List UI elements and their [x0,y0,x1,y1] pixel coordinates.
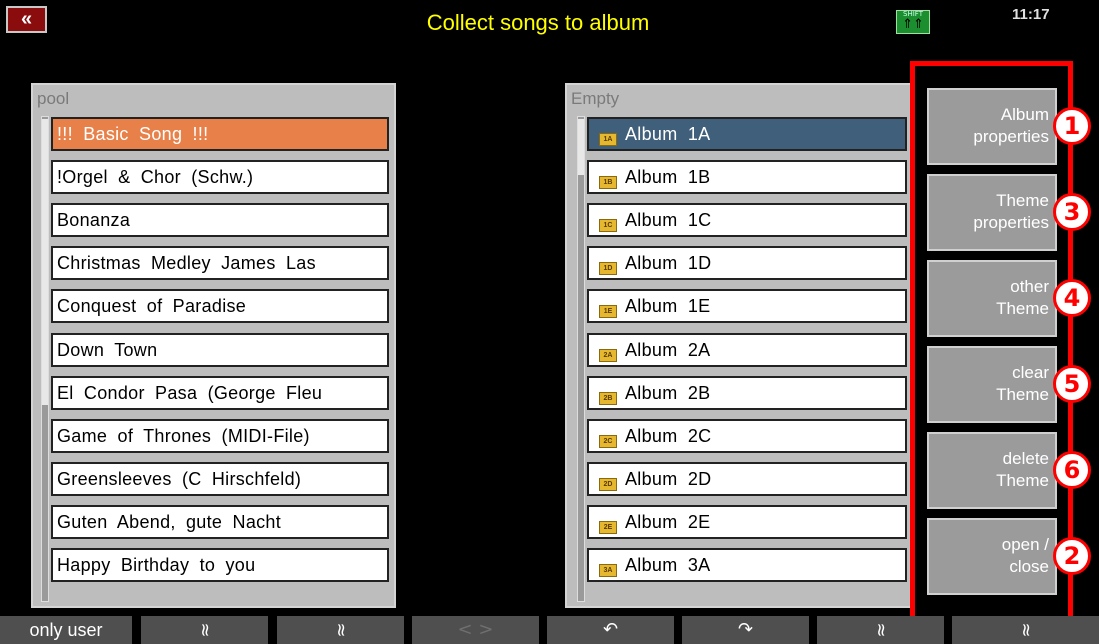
side-button-line1: open / [1001,535,1049,554]
album-folder-icon: 1A [599,133,617,146]
album-list-item[interactable]: 2C Album 2C [587,418,907,453]
album-label: Album 2E [625,511,711,532]
page-up-button[interactable]: ≈ [141,616,268,644]
side-button-delete-theme[interactable]: delete Theme [927,432,1057,509]
album-scrollbar[interactable] [577,116,585,602]
pool-list-item[interactable]: !!! Basic Song !!! [51,117,389,151]
album-label: Album 2C [625,425,712,446]
pool-scroll-thumb[interactable] [42,119,48,405]
left-right-icon: < > [457,619,494,640]
album-folder-icon: 1D [599,262,617,276]
double-chevron-down-icon: ≈ [330,622,352,638]
album-folder-icon: 1B [599,176,617,190]
side-button-open-close[interactable]: open / close [927,518,1057,595]
double-chevron-down-icon: ≈ [1015,622,1037,638]
album-folder-icon: 2D [599,477,617,491]
album-panel-title: Empty [571,89,620,108]
album-list-item[interactable]: 1C Album 1C [587,203,907,238]
pool-title: pool [37,89,70,108]
album-list-item[interactable]: 1A Album 1A [587,117,907,151]
side-button-album-properties[interactable]: Album properties [927,88,1057,165]
redo-icon: ↷ [737,619,754,640]
pool-list-item[interactable]: Christmas Medley James Las [51,246,389,281]
redo-button[interactable]: ↷ [682,616,809,644]
album-folder-icon: 3A [599,564,617,577]
pool-list-item[interactable]: !Orgel & Chor (Schw.) [51,160,389,195]
scroll-up-button[interactable]: ≈ [817,616,944,644]
album-label: Album 3A [625,555,711,575]
pool-list-item[interactable]: Bonanza [51,203,389,238]
album-list-item[interactable]: 1D Album 1D [587,246,907,281]
bottom-bar: only user ≈ ≈ < > ↶ ↷ ≈ ≈ [0,616,1099,644]
album-label: Album 1E [625,296,711,317]
side-button-other-theme[interactable]: other Theme [927,260,1057,337]
album-label: Album 2A [625,339,711,360]
album-list-item[interactable]: 2A Album 2A [587,332,907,367]
only-user-button[interactable]: only user [0,616,132,644]
shift-arrows-icon: ⇑⇑ [902,17,924,32]
album-list-item[interactable]: 2B Album 2B [587,375,907,410]
album-folder-icon: 1C [599,219,617,233]
double-chevron-up-icon: ≈ [870,622,892,638]
album-list-item[interactable]: 2D Album 2D [587,461,907,496]
annotation-badge: 3 [1053,193,1091,231]
album-label: Album 2B [625,382,711,403]
album-folder-icon: 2B [599,391,617,405]
side-button-line2: properties [973,127,1049,146]
undo-icon: ↶ [602,619,619,640]
album-label: Album 1D [625,253,712,274]
album-label: Album 1B [625,167,711,188]
annotation-badge: 2 [1053,537,1091,575]
side-button-theme-properties[interactable]: Theme properties [927,174,1057,251]
pool-list-item[interactable]: Down Town [51,332,389,367]
double-chevron-up-icon: ≈ [194,622,216,638]
album-list-item[interactable]: 1B Album 1B [587,160,907,195]
scroll-down-button[interactable]: ≈ [952,616,1099,644]
album-label: Album 1C [625,210,712,231]
header-bar: « Collect songs to album SHIFT ⇑⇑ 11:17 [0,0,1076,46]
side-button-clear-theme[interactable]: clear Theme [927,346,1057,423]
side-button-line2: properties [973,213,1049,232]
side-button-line2: Theme [996,385,1049,404]
side-button-line2: close [1009,557,1049,576]
side-button-line2: Theme [996,299,1049,318]
side-button-line2: Theme [996,471,1049,490]
clock: 11:17 [1012,6,1050,23]
pool-list-item[interactable]: Happy Birthday to you [51,548,389,582]
album-list-item[interactable]: 2E Album 2E [587,504,907,539]
pool-list-item[interactable]: Greensleeves (C Hirschfeld) [51,461,389,496]
pool-list-item[interactable]: El Condor Pasa (George Fleu [51,375,389,410]
side-button-line1: Album [1000,105,1049,124]
album-list-item[interactable]: 1E Album 1E [587,289,907,324]
album-folder-icon: 2E [599,520,617,534]
annotation-badge: 6 [1053,451,1091,489]
pool-list-item[interactable]: Conquest of Paradise [51,289,389,324]
pool-list-item[interactable]: Game of Thrones (MIDI-File) [51,418,389,453]
undo-button[interactable]: ↶ [547,616,674,644]
album-label: Album 2D [625,468,712,489]
album-folder-icon: 2A [599,348,617,362]
album-list-item[interactable]: 3A Album 3A [587,548,907,582]
page-down-button[interactable]: ≈ [277,616,404,644]
album-folder-icon: 2C [599,434,617,448]
side-button-line1: delete [1002,449,1049,468]
album-folder-icon: 1E [599,305,617,319]
side-button-line1: clear [1012,363,1049,382]
shift-icon: SHIFT ⇑⇑ [896,10,930,34]
annotation-badge: 5 [1053,365,1091,403]
pool-scrollbar[interactable] [41,116,49,602]
album-scroll-thumb[interactable] [578,119,584,175]
annotation-badge: 4 [1053,279,1091,317]
annotation-badge: 1 [1053,107,1091,145]
side-button-line1: other [1010,277,1049,296]
pool-list-item[interactable]: Guten Abend, gute Nacht [51,504,389,539]
left-right-button[interactable]: < > [412,616,539,644]
side-button-line1: Theme [996,191,1049,210]
album-label: Album 1A [625,124,711,144]
